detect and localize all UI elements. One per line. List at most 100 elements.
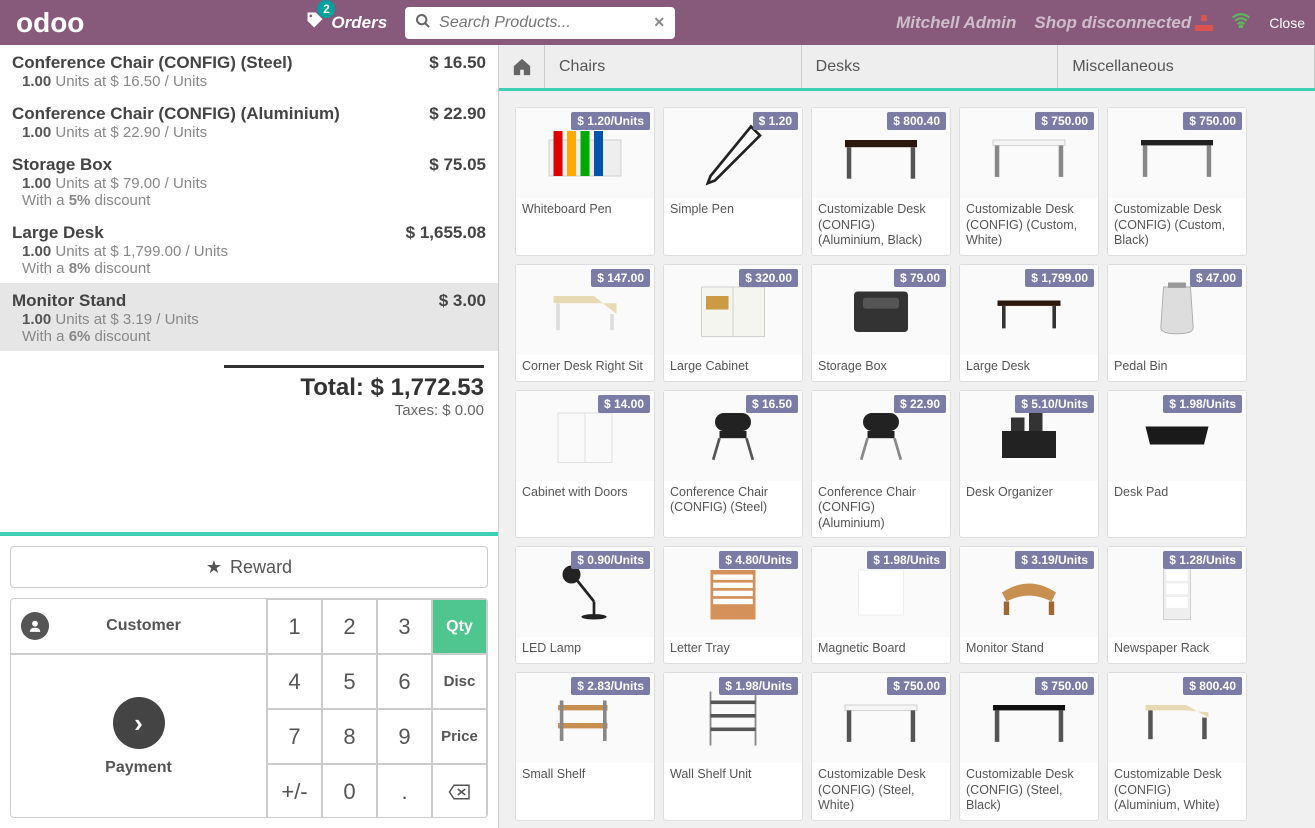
product-card[interactable]: $ 1,799.00 Large Desk bbox=[959, 264, 1099, 382]
product-name: Desk Organizer bbox=[960, 481, 1098, 507]
product-price: $ 800.40 bbox=[887, 112, 946, 130]
product-card[interactable]: $ 14.00 Cabinet with Doors bbox=[515, 390, 655, 539]
product-name: Conference Chair (CONFIG) (Steel) bbox=[664, 481, 802, 522]
product-card[interactable]: $ 1.98/Units Magnetic Board bbox=[811, 546, 951, 664]
mode-disc[interactable]: Disc bbox=[432, 654, 487, 709]
search-box[interactable]: ✕ bbox=[405, 7, 675, 39]
key-1[interactable]: 1 bbox=[267, 599, 322, 654]
orders-button[interactable]: 2 Orders bbox=[305, 10, 387, 35]
key-backspace[interactable] bbox=[432, 764, 487, 818]
category-chairs[interactable]: Chairs bbox=[545, 45, 802, 88]
star-icon: ★ bbox=[206, 557, 222, 578]
order-line[interactable]: Conference Chair (CONFIG) (Aluminium)$ 2… bbox=[0, 96, 498, 147]
key-6[interactable]: 6 bbox=[377, 654, 432, 709]
product-card[interactable]: $ 4.80/Units Letter Tray bbox=[663, 546, 803, 664]
order-line[interactable]: Conference Chair (CONFIG) (Steel)$ 16.50… bbox=[0, 45, 498, 96]
backspace-icon bbox=[448, 783, 472, 801]
product-name: Customizable Desk (CONFIG) (Steel, White… bbox=[812, 763, 950, 820]
product-card[interactable]: $ 2.83/Units Small Shelf bbox=[515, 672, 655, 821]
key-3[interactable]: 3 bbox=[377, 599, 432, 654]
product-card[interactable]: $ 22.90 Conference Chair (CONFIG) (Alumi… bbox=[811, 390, 951, 539]
product-name: Monitor Stand bbox=[960, 637, 1098, 663]
product-card[interactable]: $ 800.40 Customizable Desk (CONFIG) (Alu… bbox=[1107, 672, 1247, 821]
order-line[interactable]: Storage Box$ 75.05 1.00 Units at $ 79.00… bbox=[0, 147, 498, 215]
product-name: Whiteboard Pen bbox=[516, 198, 654, 224]
close-button[interactable]: Close bbox=[1269, 15, 1305, 31]
mode-qty[interactable]: Qty bbox=[432, 599, 487, 654]
order-lines: Conference Chair (CONFIG) (Steel)$ 16.50… bbox=[0, 45, 498, 532]
product-card[interactable]: $ 5.10/Units Desk Organizer bbox=[959, 390, 1099, 539]
product-price: $ 1.28/Units bbox=[1163, 551, 1242, 569]
product-price: $ 1.98/Units bbox=[867, 551, 946, 569]
home-category[interactable] bbox=[499, 45, 545, 88]
key-0[interactable]: 0 bbox=[322, 764, 377, 818]
product-price: $ 4.80/Units bbox=[719, 551, 798, 569]
product-name: LED Lamp bbox=[516, 637, 654, 663]
key-2[interactable]: 2 bbox=[322, 599, 377, 654]
product-card[interactable]: $ 47.00 Pedal Bin bbox=[1107, 264, 1247, 382]
product-card[interactable]: $ 3.19/Units Monitor Stand bbox=[959, 546, 1099, 664]
key-8[interactable]: 8 bbox=[322, 709, 377, 764]
product-price: $ 1.98/Units bbox=[1163, 395, 1242, 413]
product-card[interactable]: $ 750.00 Customizable Desk (CONFIG) (Cus… bbox=[1107, 107, 1247, 256]
clear-search-icon[interactable]: ✕ bbox=[653, 14, 665, 31]
product-card[interactable]: $ 1.28/Units Newspaper Rack bbox=[1107, 546, 1247, 664]
key-dot[interactable]: . bbox=[377, 764, 432, 818]
product-card[interactable]: $ 79.00 Storage Box bbox=[811, 264, 951, 382]
order-line[interactable]: Monitor Stand$ 3.00 1.00 Units at $ 3.19… bbox=[0, 283, 498, 351]
search-icon bbox=[415, 13, 431, 32]
wifi-icon bbox=[1231, 12, 1251, 33]
product-name: Newspaper Rack bbox=[1108, 637, 1246, 663]
product-panel: Chairs Desks Miscellaneous $ 1.20/Units … bbox=[499, 45, 1315, 828]
product-name: Magnetic Board bbox=[812, 637, 950, 663]
product-card[interactable]: $ 750.00 Customizable Desk (CONFIG) (Ste… bbox=[959, 672, 1099, 821]
category-desks[interactable]: Desks bbox=[802, 45, 1059, 88]
customer-button[interactable]: Customer bbox=[11, 599, 267, 654]
key-plusminus[interactable]: +/- bbox=[267, 764, 322, 818]
product-price: $ 2.83/Units bbox=[571, 677, 650, 695]
product-card[interactable]: $ 1.98/Units Desk Pad bbox=[1107, 390, 1247, 539]
username[interactable]: Mitchell Admin bbox=[896, 13, 1016, 33]
key-9[interactable]: 9 bbox=[377, 709, 432, 764]
product-name: Customizable Desk (CONFIG) (Steel, Black… bbox=[960, 763, 1098, 820]
product-price: $ 147.00 bbox=[591, 269, 650, 287]
product-price: $ 1,799.00 bbox=[1025, 269, 1094, 287]
product-price: $ 750.00 bbox=[1035, 677, 1094, 695]
payment-button[interactable]: › Payment bbox=[11, 654, 267, 818]
product-name: Letter Tray bbox=[664, 637, 802, 663]
product-name: Large Desk bbox=[960, 355, 1098, 381]
product-price: $ 1.20 bbox=[753, 112, 798, 130]
product-card[interactable]: $ 0.90/Units LED Lamp bbox=[515, 546, 655, 664]
logo: odoo bbox=[10, 7, 84, 39]
order-line[interactable]: Large Desk$ 1,655.08 1.00 Units at $ 1,7… bbox=[0, 215, 498, 283]
key-4[interactable]: 4 bbox=[267, 654, 322, 709]
product-price: $ 22.90 bbox=[894, 395, 946, 413]
product-price: $ 16.50 bbox=[746, 395, 798, 413]
product-price: $ 0.90/Units bbox=[571, 551, 650, 569]
product-name: Customizable Desk (CONFIG) (Aluminium, B… bbox=[812, 198, 950, 255]
product-card[interactable]: $ 320.00 Large Cabinet bbox=[663, 264, 803, 382]
product-card[interactable]: $ 750.00 Customizable Desk (CONFIG) (Ste… bbox=[811, 672, 951, 821]
product-card[interactable]: $ 1.20 Simple Pen bbox=[663, 107, 803, 256]
key-5[interactable]: 5 bbox=[322, 654, 377, 709]
search-input[interactable] bbox=[439, 14, 653, 32]
product-card[interactable]: $ 147.00 Corner Desk Right Sit bbox=[515, 264, 655, 382]
user-icon bbox=[21, 612, 49, 640]
product-name: Customizable Desk (CONFIG) (Aluminium, W… bbox=[1108, 763, 1246, 820]
product-name: Customizable Desk (CONFIG) (Custom, Blac… bbox=[1108, 198, 1246, 255]
product-card[interactable]: $ 1.20/Units Whiteboard Pen bbox=[515, 107, 655, 256]
product-price: $ 79.00 bbox=[894, 269, 946, 287]
top-bar: odoo 2 Orders ✕ Mitchell Admin Shop disc… bbox=[0, 0, 1315, 45]
key-7[interactable]: 7 bbox=[267, 709, 322, 764]
product-card[interactable]: $ 16.50 Conference Chair (CONFIG) (Steel… bbox=[663, 390, 803, 539]
product-card[interactable]: $ 1.98/Units Wall Shelf Unit bbox=[663, 672, 803, 821]
shop-status: Shop disconnected bbox=[1034, 13, 1213, 33]
chevron-right-icon: › bbox=[113, 697, 165, 749]
product-card[interactable]: $ 800.40 Customizable Desk (CONFIG) (Alu… bbox=[811, 107, 951, 256]
reward-button[interactable]: ★ Reward bbox=[10, 546, 488, 588]
mode-price[interactable]: Price bbox=[432, 709, 487, 764]
product-card[interactable]: $ 750.00 Customizable Desk (CONFIG) (Cus… bbox=[959, 107, 1099, 256]
product-price: $ 320.00 bbox=[739, 269, 798, 287]
category-misc[interactable]: Miscellaneous bbox=[1058, 45, 1315, 88]
product-price: $ 750.00 bbox=[1183, 112, 1242, 130]
